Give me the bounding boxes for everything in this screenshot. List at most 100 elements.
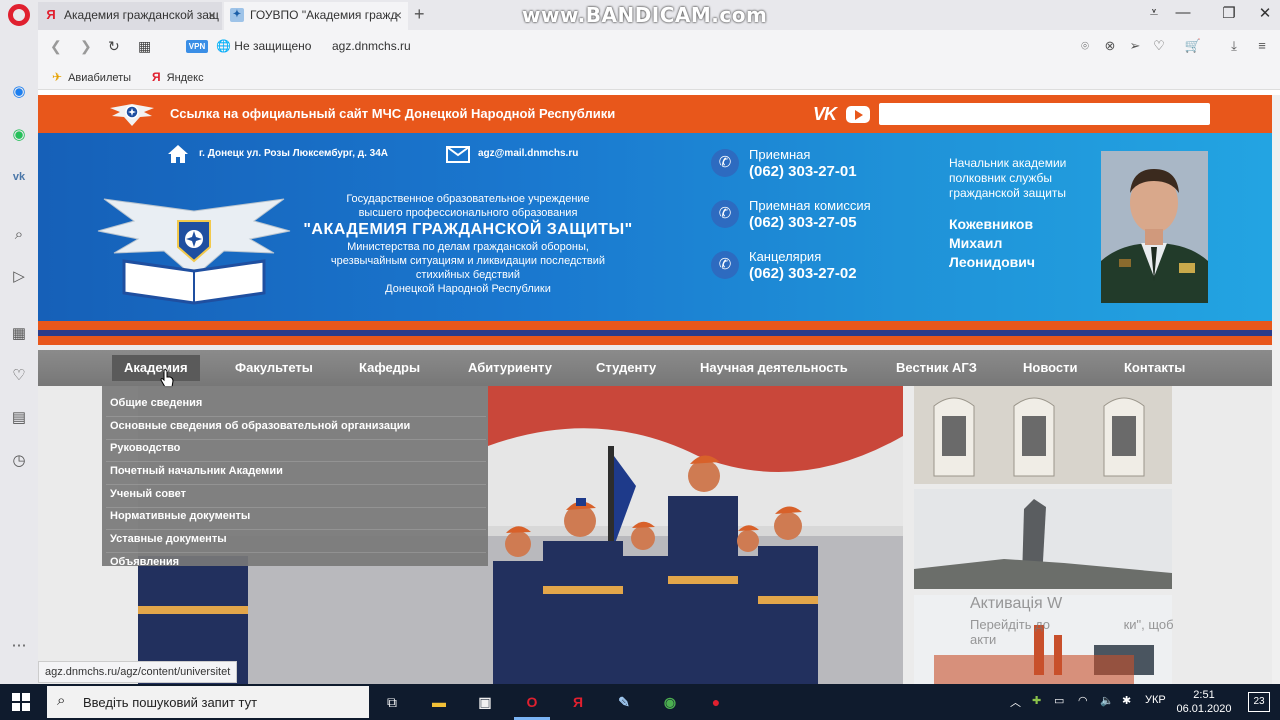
close-window-button[interactable]: ✕	[1250, 4, 1280, 22]
maximize-button[interactable]: ❐	[1214, 4, 1244, 22]
phone-number[interactable]: (062) 303-27-01	[749, 163, 857, 180]
security-status[interactable]: 🌐 Не защищено	[216, 39, 311, 53]
download-icon[interactable]: ⤓	[1225, 38, 1243, 54]
chief-patronymic: Леонидович	[949, 254, 1036, 270]
windows-start-icon[interactable]	[12, 693, 30, 711]
menu-leadership[interactable]: Руководство	[110, 442, 180, 454]
phone-icon: ✆	[711, 149, 739, 177]
network-icon[interactable]: ◠	[1078, 694, 1088, 707]
menu-regulations[interactable]: Нормативные документы	[110, 510, 250, 522]
speed-dial-icon[interactable]: ▦	[138, 38, 151, 55]
nav-faculties[interactable]: Факультеты	[235, 355, 313, 381]
mchs-emblem-icon[interactable]	[106, 98, 158, 130]
bandicam-icon[interactable]: ●	[704, 690, 728, 714]
tab-close-icon[interactable]: ×	[394, 2, 402, 28]
windows-taskbar: ⌕ Введіть пошуковий запит тут ⧉ ▬ ▣ O Я …	[0, 684, 1280, 720]
file-explorer-icon[interactable]: ▬	[427, 690, 451, 714]
paint-icon[interactable]: ✎	[612, 690, 636, 714]
tab-academy-yandex[interactable]: Я Академия гражданской защ ×	[38, 2, 222, 30]
menu-org-info[interactable]: Основные сведения об образовательной орг…	[110, 420, 410, 432]
menu-statutory-docs[interactable]: Уставные документы	[110, 533, 227, 545]
tab-menu-icon[interactable]: ⩡	[1139, 4, 1169, 21]
site-header: г. Донецк ул. Розы Люксембург, д. 34А ag…	[38, 133, 1272, 321]
menu-general-info[interactable]: Общие сведения	[110, 397, 202, 409]
back-icon[interactable]: ❮	[50, 38, 62, 55]
send-icon[interactable]: ➢	[1126, 38, 1144, 54]
clock-date: 06.01.2020	[1176, 703, 1232, 715]
opera-taskbar-icon[interactable]: O	[520, 690, 544, 714]
inst-line5: стихийных бедствий	[415, 269, 521, 281]
menu-icon[interactable]: ≡	[1253, 38, 1271, 53]
windows-search-box[interactable]: ⌕ Введіть пошуковий запит тут	[47, 686, 369, 718]
news-icon[interactable]: ▤	[9, 408, 29, 428]
tabs-icon[interactable]: ▦	[9, 324, 29, 344]
search-icon: ⌕	[57, 692, 66, 709]
phone-number[interactable]: (062) 303-27-02	[749, 265, 857, 282]
search-icon[interactable]: ⌕	[9, 225, 29, 245]
browser-sidebar: ◉ ◉ vk ⌕ ▷ ▦ ♡ ▤ ◷ ⋯	[0, 30, 38, 684]
clock[interactable]: 2:51 06.01.2020	[1176, 688, 1232, 716]
phone-icon: ✆	[711, 251, 739, 279]
mail-icon	[446, 146, 470, 163]
block-icon[interactable]: ⊗	[1101, 38, 1119, 54]
menu-academic-council[interactable]: Ученый совет	[110, 488, 186, 500]
nav-contacts[interactable]: Контакты	[1124, 355, 1185, 381]
tray-expand-icon[interactable]: ︿	[1010, 694, 1021, 710]
bookmark-yandex[interactable]: Я Яндекс	[152, 70, 204, 84]
volume-icon[interactable]: 🔈	[1100, 694, 1114, 707]
cart-icon[interactable]: 🛒	[1184, 38, 1202, 54]
main-nav: Академия Факультеты Кафедры Абитуриенту …	[38, 350, 1272, 386]
nav-applicants[interactable]: Абитуриенту	[468, 355, 552, 381]
mchs-official-link[interactable]: Ссылка на официальный сайт МЧС Донецкой …	[170, 106, 615, 121]
tray-app-icon[interactable]: ✚	[1032, 694, 1041, 707]
page-scrollbar[interactable]	[1272, 95, 1280, 684]
phone-icon: ✆	[711, 200, 739, 228]
vk-social-icon[interactable]: VK	[813, 104, 837, 125]
nav-bulletin[interactable]: Вестник АГЗ	[896, 355, 977, 381]
heart-icon[interactable]: ♡	[1150, 38, 1168, 54]
windows-activation-text: Перейдіть до ки", щоб акти	[970, 617, 1174, 647]
bookmark-aviabilety[interactable]: ✈ Авиабилеты	[52, 70, 131, 84]
more-icon[interactable]: ⋯	[9, 636, 29, 656]
academy-email[interactable]: agz@mail.dnmchs.ru	[478, 148, 578, 159]
chrome-icon[interactable]: ◉	[658, 690, 682, 714]
menu-announcements[interactable]: Объявления	[110, 556, 179, 568]
battery-icon[interactable]: ▭	[1054, 694, 1064, 707]
bluetooth-icon[interactable]: ✱	[1122, 694, 1131, 707]
new-tab-button[interactable]: +	[414, 4, 425, 25]
nav-students[interactable]: Студенту	[596, 355, 656, 381]
vpn-badge[interactable]: VPN	[186, 40, 208, 53]
history-icon[interactable]: ◷	[9, 451, 29, 471]
camera-icon[interactable]: ⌾	[1076, 38, 1094, 54]
academy-address: г. Донецк ул. Розы Люксембург, д. 34А	[199, 148, 388, 159]
language-indicator[interactable]: УКР	[1145, 694, 1166, 706]
side-photo-monument[interactable]	[914, 489, 1172, 589]
opera-menu-icon[interactable]	[8, 4, 30, 26]
nav-news[interactable]: Новости	[1023, 355, 1078, 381]
minimize-button[interactable]: —	[1168, 4, 1198, 21]
tab-close-icon[interactable]: ×	[208, 2, 216, 28]
menu-honorary-head[interactable]: Почетный начальник Академии	[110, 465, 283, 477]
vk-icon[interactable]: vk	[9, 167, 29, 187]
reload-icon[interactable]: ↻	[108, 38, 120, 55]
messenger-icon[interactable]: ◉	[9, 82, 29, 102]
side-photo-building[interactable]	[914, 386, 1172, 484]
header-stripe	[38, 336, 1272, 345]
notifications-icon[interactable]: 23	[1248, 692, 1270, 712]
menu-divider	[106, 439, 486, 440]
forward-icon[interactable]: ❯	[80, 38, 92, 55]
url-input[interactable]: agz.dnmchs.ru	[332, 39, 411, 53]
store-icon[interactable]: ▣	[473, 690, 497, 714]
whatsapp-icon[interactable]: ◉	[9, 125, 29, 145]
tab-academy-site[interactable]: ✦ ГОУВПО "Академия гражд ×	[224, 2, 408, 30]
nav-departments[interactable]: Кафедры	[359, 355, 420, 381]
yandex-taskbar-icon[interactable]: Я	[566, 690, 590, 714]
nav-academy[interactable]: Академия	[112, 355, 200, 381]
site-search-input[interactable]	[879, 103, 1210, 125]
nav-research[interactable]: Научная деятельность	[700, 355, 848, 381]
flow-icon[interactable]: ▷	[9, 267, 29, 287]
youtube-icon[interactable]	[846, 106, 870, 123]
favorites-icon[interactable]: ♡	[9, 366, 29, 386]
task-view-icon[interactable]: ⧉	[380, 690, 404, 714]
phone-number[interactable]: (062) 303-27-05	[749, 214, 857, 231]
